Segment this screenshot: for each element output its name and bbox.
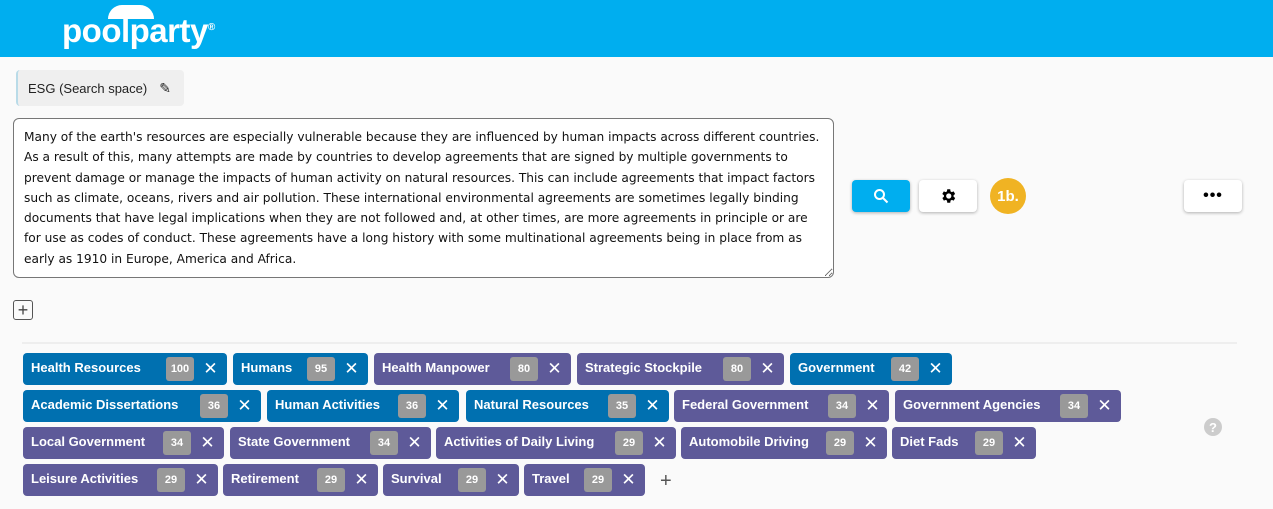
tag-chip[interactable]: Humans 95 ✕ <box>233 353 368 385</box>
close-icon[interactable]: ✕ <box>228 396 261 416</box>
tag-label: Activities of Daily Living <box>444 433 595 449</box>
close-icon[interactable]: ✕ <box>919 359 952 379</box>
tag-label: Retirement <box>231 470 299 486</box>
add-query-button[interactable]: + <box>13 300 33 320</box>
tag-label: Government <box>798 359 875 375</box>
tag-label: Automobile Driving <box>689 433 809 449</box>
gear-icon <box>942 189 956 203</box>
close-icon[interactable]: ✕ <box>345 470 378 490</box>
search-space-selector[interactable]: ESG (Search space) ✎ <box>16 70 184 106</box>
search-button[interactable] <box>852 180 910 212</box>
app-header: poolparty® <box>0 0 1273 57</box>
close-icon[interactable]: ✕ <box>856 396 889 416</box>
close-icon[interactable]: ✕ <box>612 470 645 490</box>
tag-chip[interactable]: Retirement 29 ✕ <box>223 464 378 496</box>
search-icon <box>874 189 889 204</box>
tag-label: Strategic Stockpile <box>585 359 703 375</box>
tag-label: Government Agencies <box>903 396 1041 412</box>
tag-label: Human Activities <box>275 396 380 412</box>
close-icon[interactable]: ✕ <box>426 396 459 416</box>
tag-count: 80 <box>510 357 538 381</box>
tag-count: 29 <box>317 468 345 492</box>
tag-label: Academic Dissertations <box>31 396 179 412</box>
divider <box>22 342 1237 344</box>
close-icon[interactable]: ✕ <box>538 359 571 379</box>
tag-count: 42 <box>891 357 919 381</box>
tag-count: 29 <box>458 468 486 492</box>
tag-count: 29 <box>584 468 612 492</box>
tag-chip[interactable]: State Government 34 ✕ <box>230 427 431 459</box>
tag-chip[interactable]: Automobile Driving 29 ✕ <box>681 427 887 459</box>
tag-chip[interactable]: Survival 29 ✕ <box>383 464 519 496</box>
logo[interactable]: poolparty® <box>62 12 215 50</box>
tag-label: Federal Government <box>682 396 809 412</box>
tag-chip[interactable]: Government 42 ✕ <box>790 353 952 385</box>
close-icon[interactable]: ✕ <box>643 433 676 453</box>
tag-count: 36 <box>398 394 426 418</box>
settings-button[interactable] <box>919 180 977 212</box>
tag-count: 34 <box>163 431 191 455</box>
close-icon[interactable]: ✕ <box>194 359 227 379</box>
tag-count: 80 <box>723 357 751 381</box>
close-icon[interactable]: ✕ <box>335 359 368 379</box>
step-badge: 1b. <box>990 178 1026 214</box>
query-textarea[interactable]: Many of the earth's resources are especi… <box>13 118 834 278</box>
search-space-label: ESG (Search space) <box>28 80 148 96</box>
tag-count: 29 <box>615 431 643 455</box>
tag-label: Health Resources <box>31 359 141 375</box>
tag-count: 34 <box>370 431 398 455</box>
tag-count: 36 <box>200 394 228 418</box>
tag-label: Leisure Activities <box>31 470 139 486</box>
tag-chip[interactable]: Natural Resources 35 ✕ <box>466 390 669 422</box>
tag-count: 100 <box>166 357 194 381</box>
tag-chip[interactable]: Federal Government 34 ✕ <box>674 390 889 422</box>
tag-chip[interactable]: Health Manpower 80 ✕ <box>374 353 571 385</box>
more-options-button[interactable]: ••• <box>1184 180 1242 212</box>
close-icon[interactable]: ✕ <box>751 359 784 379</box>
tag-count: 95 <box>307 357 335 381</box>
tag-chip[interactable]: Diet Fads 29 ✕ <box>892 427 1036 459</box>
tag-count: 35 <box>608 394 636 418</box>
close-icon[interactable]: ✕ <box>398 433 431 453</box>
close-icon[interactable]: ✕ <box>854 433 887 453</box>
tag-label: State Government <box>238 433 350 449</box>
tag-chip[interactable]: Health Resources 100 ✕ <box>23 353 227 385</box>
add-tag-button[interactable]: + <box>660 470 672 493</box>
close-icon[interactable]: ✕ <box>1003 433 1036 453</box>
tag-chip[interactable]: Strategic Stockpile 80 ✕ <box>577 353 784 385</box>
tag-chip[interactable]: Travel 29 ✕ <box>524 464 645 496</box>
close-icon[interactable]: ✕ <box>1088 396 1121 416</box>
tag-chip[interactable]: Government Agencies 34 ✕ <box>895 390 1121 422</box>
tag-count: 29 <box>826 431 854 455</box>
tag-label: Natural Resources <box>474 396 589 412</box>
tag-chip[interactable]: Local Government 34 ✕ <box>23 427 224 459</box>
tag-label: Humans <box>241 359 293 375</box>
tag-chip[interactable]: Academic Dissertations 36 ✕ <box>23 390 261 422</box>
help-icon[interactable]: ? <box>1204 418 1222 436</box>
close-icon[interactable]: ✕ <box>191 433 224 453</box>
close-icon[interactable]: ✕ <box>486 470 519 490</box>
tag-label: Health Manpower <box>382 359 490 375</box>
tag-count: 34 <box>1060 394 1088 418</box>
tag-count: 29 <box>975 431 1003 455</box>
tag-label: Survival <box>391 470 442 486</box>
tag-count: 34 <box>828 394 856 418</box>
tag-label: Local Government <box>31 433 146 449</box>
pencil-icon[interactable]: ✎ <box>159 80 171 97</box>
close-icon[interactable]: ✕ <box>185 470 218 490</box>
close-icon[interactable]: ✕ <box>636 396 669 416</box>
tag-count: 29 <box>157 468 185 492</box>
tag-chip[interactable]: Human Activities 36 ✕ <box>267 390 459 422</box>
more-icon: ••• <box>1203 187 1223 204</box>
tag-chip[interactable]: Activities of Daily Living 29 ✕ <box>436 427 676 459</box>
tag-label: Diet Fads <box>900 433 959 449</box>
tag-chip[interactable]: Leisure Activities 29 ✕ <box>23 464 218 496</box>
tag-label: Travel <box>532 470 570 486</box>
